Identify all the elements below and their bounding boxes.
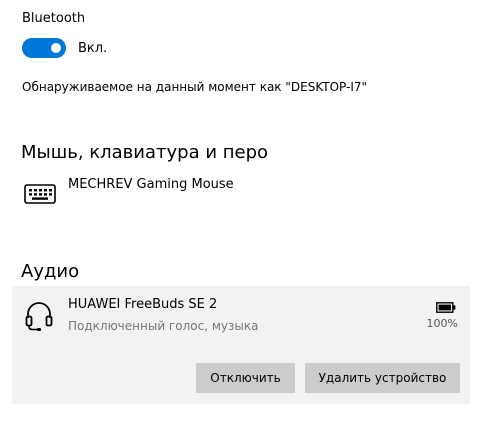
device-status: Подключенный голос, музыка xyxy=(68,319,259,333)
battery-icon xyxy=(436,298,456,313)
disconnect-button[interactable]: Отключить xyxy=(196,363,295,393)
bluetooth-label: Bluetooth xyxy=(22,11,86,26)
device-name: MECHREV Gaming Mouse xyxy=(68,177,234,192)
remove-device-button[interactable]: Удалить устройство xyxy=(305,363,460,393)
bluetooth-toggle[interactable] xyxy=(22,38,66,58)
mouse-keyboard-pen-title: Мышь, клавиатура и перо xyxy=(21,142,269,163)
toggle-knob xyxy=(51,43,61,53)
headset-icon xyxy=(24,300,54,332)
bluetooth-toggle-state: Вкл. xyxy=(78,40,108,56)
keyboard-icon xyxy=(24,183,56,205)
device-name: HUAWEI FreeBuds SE 2 xyxy=(68,297,218,312)
bluetooth-settings-page: Bluetooth Вкл. Обнаруживаемое на данный … xyxy=(0,0,504,428)
device-item-mechrev-mouse[interactable]: MECHREV Gaming Mouse xyxy=(22,175,462,215)
battery-level: 100% xyxy=(426,317,458,330)
bluetooth-toggle-row: Вкл. xyxy=(22,38,107,58)
discoverable-text: Обнаруживаемое на данный момент как "DES… xyxy=(22,80,368,94)
device-item-huawei-freebuds[interactable]: HUAWEI FreeBuds SE 2 Подключенный голос,… xyxy=(12,286,470,404)
audio-section-title: Аудио xyxy=(21,261,80,282)
